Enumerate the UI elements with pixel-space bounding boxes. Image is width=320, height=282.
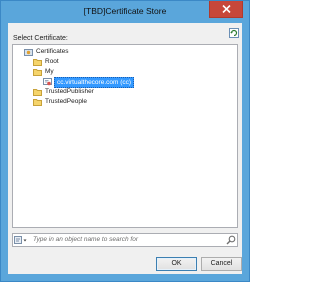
certificate-store-icon bbox=[24, 49, 33, 56]
dialog-window: [TBD]Certificate Store Select Certificat… bbox=[0, 0, 250, 282]
tree-node-label: Certificates bbox=[36, 48, 69, 55]
search-scope-dropdown[interactable] bbox=[14, 235, 28, 245]
tree-node-root[interactable]: Root bbox=[13, 57, 237, 67]
certificate-icon bbox=[43, 78, 52, 86]
search-scope-icon bbox=[14, 236, 27, 244]
folder-icon bbox=[33, 59, 42, 66]
search-bar[interactable]: Type in an object name to search for bbox=[12, 233, 238, 247]
refresh-button[interactable] bbox=[229, 28, 239, 38]
open-folder-icon bbox=[33, 69, 42, 76]
tree-node-my[interactable]: My bbox=[13, 67, 237, 77]
close-icon bbox=[222, 5, 231, 13]
search-icon bbox=[226, 235, 236, 245]
tree-node-trustedpublisher[interactable]: TrustedPublisher bbox=[13, 87, 237, 97]
dialog-client-area: Select Certificate: Certificates Root My… bbox=[8, 23, 242, 274]
tree-node-label: TrustedPeople bbox=[45, 98, 88, 105]
folder-icon bbox=[33, 89, 42, 96]
tree-node-label: My bbox=[45, 68, 54, 75]
close-button[interactable] bbox=[209, 1, 243, 18]
refresh-icon bbox=[229, 28, 239, 38]
tree-node-certificates[interactable]: Certificates bbox=[13, 47, 237, 57]
cancel-button[interactable]: Cancel bbox=[201, 257, 242, 271]
tree-node-certificate-selected[interactable]: cc.virtualthecore.com (cc) bbox=[13, 77, 237, 88]
title-bar[interactable]: [TBD]Certificate Store bbox=[1, 1, 249, 23]
select-certificate-label: Select Certificate: bbox=[13, 35, 68, 42]
folder-icon bbox=[33, 99, 42, 106]
search-input[interactable]: Type in an object name to search for bbox=[33, 234, 138, 246]
certificate-tree[interactable]: Certificates Root My cc.virtualthecore.c… bbox=[12, 44, 238, 228]
ok-button[interactable]: OK bbox=[156, 257, 197, 271]
tree-node-label: Root bbox=[45, 58, 59, 65]
tree-node-trustedpeople[interactable]: TrustedPeople bbox=[13, 97, 237, 107]
tree-node-label: TrustedPublisher bbox=[45, 88, 94, 95]
search-button[interactable] bbox=[226, 235, 236, 245]
